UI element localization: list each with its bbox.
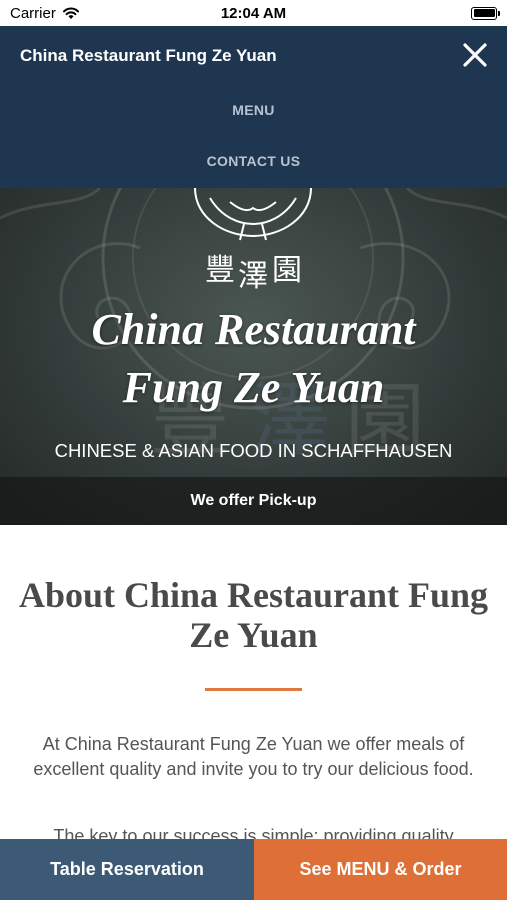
pickup-text: We offer Pick-up (190, 492, 317, 509)
table-reservation-button[interactable]: Table Reservation (0, 839, 254, 900)
logo-glyph: 園 (272, 253, 302, 288)
nav-link-contact[interactable]: CONTACT US (0, 153, 507, 169)
hero-subtitle: CHINESE & ASIAN FOOD IN SCHAFFHAUSEN (54, 440, 453, 461)
status-left: Carrier (10, 5, 80, 22)
battery-icon (471, 6, 500, 20)
see-menu-order-button[interactable]: See MENU & Order (254, 839, 507, 900)
hero-title-line2: Fung Ze Yuan (122, 363, 385, 412)
nav-title: China Restaurant Fung Ze Yuan (20, 46, 277, 65)
carrier-label: Carrier (10, 4, 56, 22)
logo-glyph: 豐 (205, 253, 235, 288)
close-icon[interactable] (461, 41, 489, 69)
hero-background-art: 豐 澤 園 豐 澤 園 (0, 188, 507, 467)
logo-glyph: 澤 (238, 259, 268, 294)
bottom-action-bar: Table Reservation See MENU & Order (0, 839, 507, 900)
navigation-menu: China Restaurant Fung Ze Yuan MENU CONTA… (0, 26, 507, 188)
wifi-icon (62, 7, 79, 19)
section-divider (205, 688, 302, 691)
pickup-banner: We offer Pick-up (0, 477, 507, 525)
nav-link-menu[interactable]: MENU (0, 102, 507, 118)
restaurant-logo (194, 188, 312, 241)
hero-title-line1: China Restaurant (91, 305, 416, 354)
hero-banner: 豐 澤 園 豐 澤 園 China Restaurant Fung Ze Yua… (0, 188, 507, 525)
about-heading: About China Restaurant Fung Ze Yuan (18, 575, 489, 655)
status-bar: Carrier 12:04 AM (0, 0, 507, 26)
about-paragraph: At China Restaurant Fung Ze Yuan we offe… (33, 734, 474, 779)
